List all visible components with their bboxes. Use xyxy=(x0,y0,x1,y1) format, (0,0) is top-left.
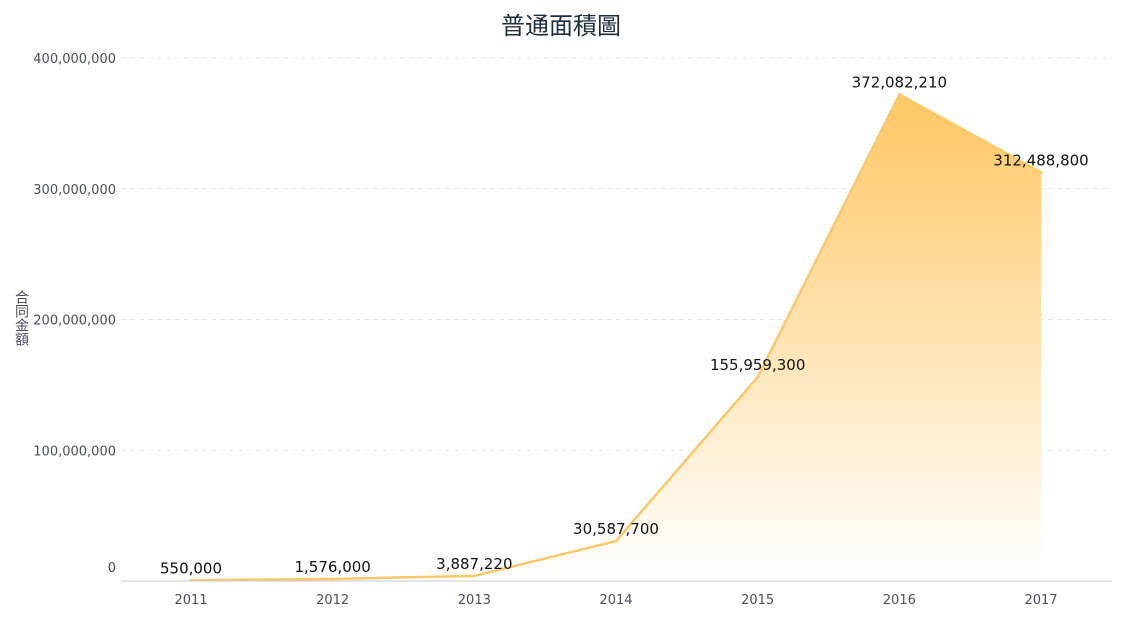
y-tick-label: 0 xyxy=(108,561,116,576)
area-series xyxy=(189,93,1043,582)
data-label: 372,082,210 xyxy=(852,74,947,92)
data-label: 155,959,300 xyxy=(710,356,805,374)
x-tick-label: 2013 xyxy=(458,593,491,608)
x-tick-label: 2017 xyxy=(1024,593,1057,608)
data-point[interactable] xyxy=(756,375,760,379)
y-tick-label: 300,000,000 xyxy=(33,183,116,198)
chart-container: 普通面積圖 0 100,000,000 200,000,000 300,000,000… xyxy=(0,0,1123,617)
data-point[interactable] xyxy=(614,539,618,543)
x-tick-label: 2015 xyxy=(741,593,774,608)
chart-title: 普通面積圖 xyxy=(501,12,621,40)
data-label: 1,576,000 xyxy=(294,558,370,576)
x-tick-label: 2011 xyxy=(174,593,207,608)
x-tick-label: 2016 xyxy=(883,593,916,608)
area-chart: 普通面積圖 0 100,000,000 200,000,000 300,000,000… xyxy=(13,12,1112,608)
data-label: 312,488,800 xyxy=(993,151,1088,169)
y-tick-label: 100,000,000 xyxy=(33,444,116,459)
y-tick-label: 400,000,000 xyxy=(33,52,116,67)
data-point[interactable] xyxy=(1039,170,1043,174)
data-label: 3,887,220 xyxy=(436,555,512,573)
data-point[interactable] xyxy=(331,577,335,581)
data-label: 30,587,700 xyxy=(573,520,659,538)
data-point[interactable] xyxy=(897,93,901,97)
data-label: 550,000 xyxy=(160,559,222,577)
data-point[interactable] xyxy=(472,574,476,578)
y-axis-ticks: 0 100,000,000 200,000,000 300,000,000 400,00… xyxy=(33,52,116,576)
y-axis-label: 合同金額 xyxy=(13,290,29,346)
x-tick-label: 2012 xyxy=(316,593,349,608)
area-fill xyxy=(191,94,1041,582)
x-axis: 2011 2012 2013 2014 2015 2016 2017 xyxy=(121,580,1112,608)
x-tick-label: 2014 xyxy=(599,593,632,608)
y-tick-label: 200,000,000 xyxy=(33,314,116,329)
